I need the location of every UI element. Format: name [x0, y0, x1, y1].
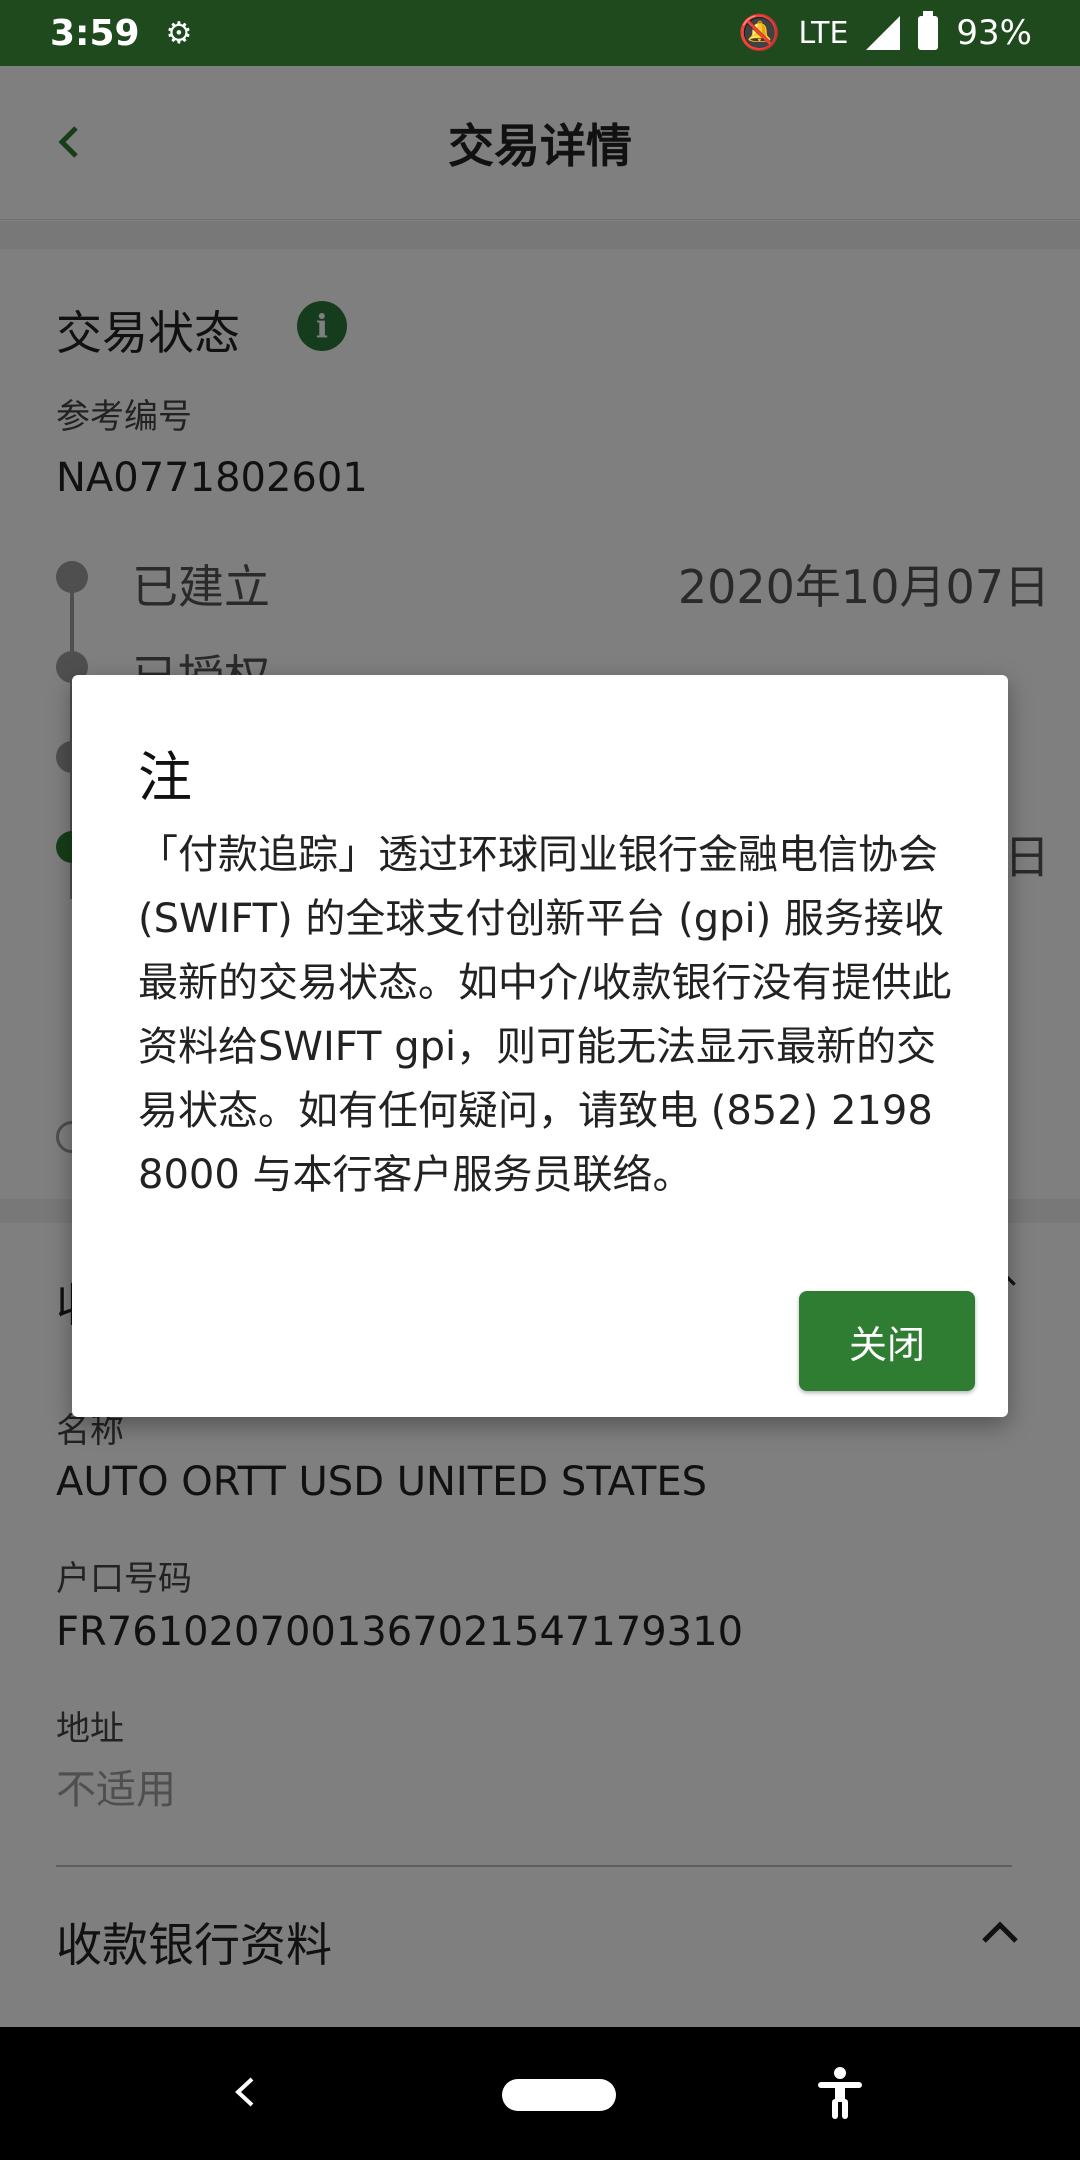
battery-icon — [918, 11, 939, 50]
battery-percent: 93% — [956, 13, 1032, 53]
settings-gear-icon: ⚙ — [165, 15, 193, 51]
note-dialog: 注 「付款追踪」透过环球同业银行金融电信协会 (SWIFT) 的全球支付创新平台… — [72, 675, 1008, 1417]
bell-off-icon: 🔕 — [738, 13, 781, 53]
status-bar: 3:59 ⚙ 🔕 LTE 93% — [0, 0, 1080, 66]
close-button[interactable]: 关闭 — [799, 1291, 975, 1391]
signal-icon — [866, 16, 901, 50]
system-nav-bar — [0, 2027, 1080, 2160]
dialog-title: 注 — [138, 746, 192, 809]
dialog-body: 「付款追踪」透过环球同业银行金融电信协会 (SWIFT) 的全球支付创新平台 (… — [138, 832, 952, 1198]
accessibility-icon[interactable] — [814, 2065, 866, 2121]
nav-home-icon[interactable] — [502, 2079, 616, 2111]
status-right: 🔕 LTE 93% — [738, 11, 1032, 53]
network-type: LTE — [798, 15, 849, 51]
nav-back-icon[interactable] — [220, 2067, 270, 2117]
status-time: 3:59 — [50, 12, 140, 54]
